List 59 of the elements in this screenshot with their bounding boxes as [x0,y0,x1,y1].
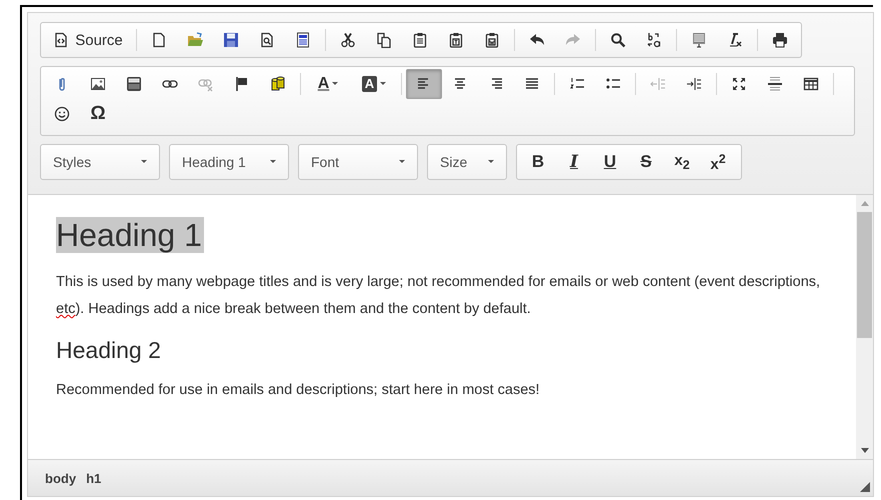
alignleft-button[interactable] [406,69,442,99]
dropdown[interactable]: Styles [40,144,160,180]
heading: Heading 1 [56,217,204,253]
scroll-down-icon[interactable] [860,448,868,453]
dropdown[interactable]: Heading 1 [169,144,289,180]
page-icon [151,32,167,48]
caret-icon [380,82,386,86]
dropdown[interactable]: Size [427,144,507,180]
image-icon [90,76,106,92]
sup-button[interactable]: x$^{2}$ [700,147,736,177]
smiley-icon [54,106,70,122]
dropdown[interactable]: Font [298,144,418,180]
folder-icon [187,32,203,48]
copy-icon [376,32,392,48]
char-button[interactable]: Ω [80,99,116,129]
scrollbar[interactable] [856,195,873,459]
align-center-icon [452,76,468,92]
element-path-link[interactable]: body [45,470,76,486]
scissors-icon [340,32,356,48]
indent-icon [686,76,702,92]
caret-icon [141,160,147,164]
source-button[interactable]: Source [44,25,132,55]
expand-arrows-icon [731,76,747,92]
justify-icon [524,76,540,92]
scrollbar-thumb[interactable] [857,212,872,338]
flag-icon [234,76,250,92]
caret-icon [488,160,494,164]
table-icon [803,76,819,92]
cylinder-icon [270,76,286,92]
document-icon [295,32,311,48]
caret-icon [399,160,405,164]
video-icon [126,76,142,92]
strike-button[interactable]: S [628,147,664,177]
lines-block-icon [691,32,707,48]
replace-icon [646,32,662,48]
clipboard-icon [484,32,500,48]
clipboard-icon [448,32,464,48]
sub-button[interactable]: x$_{2}$ [664,147,700,177]
heading: Heading 2 [56,337,161,363]
clipboard-icon [412,32,428,48]
paragraph: This is used by many webpage titles and is very large; not recommended for emails or web content (event descriptions, etc). Headings add a nice break between them and the content by default. [56,273,822,319]
italic-button[interactable]: I [556,147,592,177]
textcolor-button[interactable]: A [305,69,351,99]
source-icon [53,32,70,48]
horizontal-rule-icon [767,76,783,92]
floppy-icon [223,32,239,48]
bold-button[interactable]: B [520,147,556,177]
preview-icon [259,32,275,48]
bgcolor-button[interactable]: A [351,69,397,99]
underline-button[interactable]: U [592,147,628,177]
resize-grip-icon[interactable] [860,482,870,492]
caret-icon [270,160,276,164]
outdent-icon [650,76,666,92]
caret-icon [332,82,338,86]
element-path-link[interactable]: h1 [86,470,102,486]
printer-icon [772,32,788,48]
search-icon [610,32,626,48]
paragraph: Recommended for use in emails and descriptions; start here in most cases! [56,381,541,400]
clear-format-icon [727,32,743,48]
